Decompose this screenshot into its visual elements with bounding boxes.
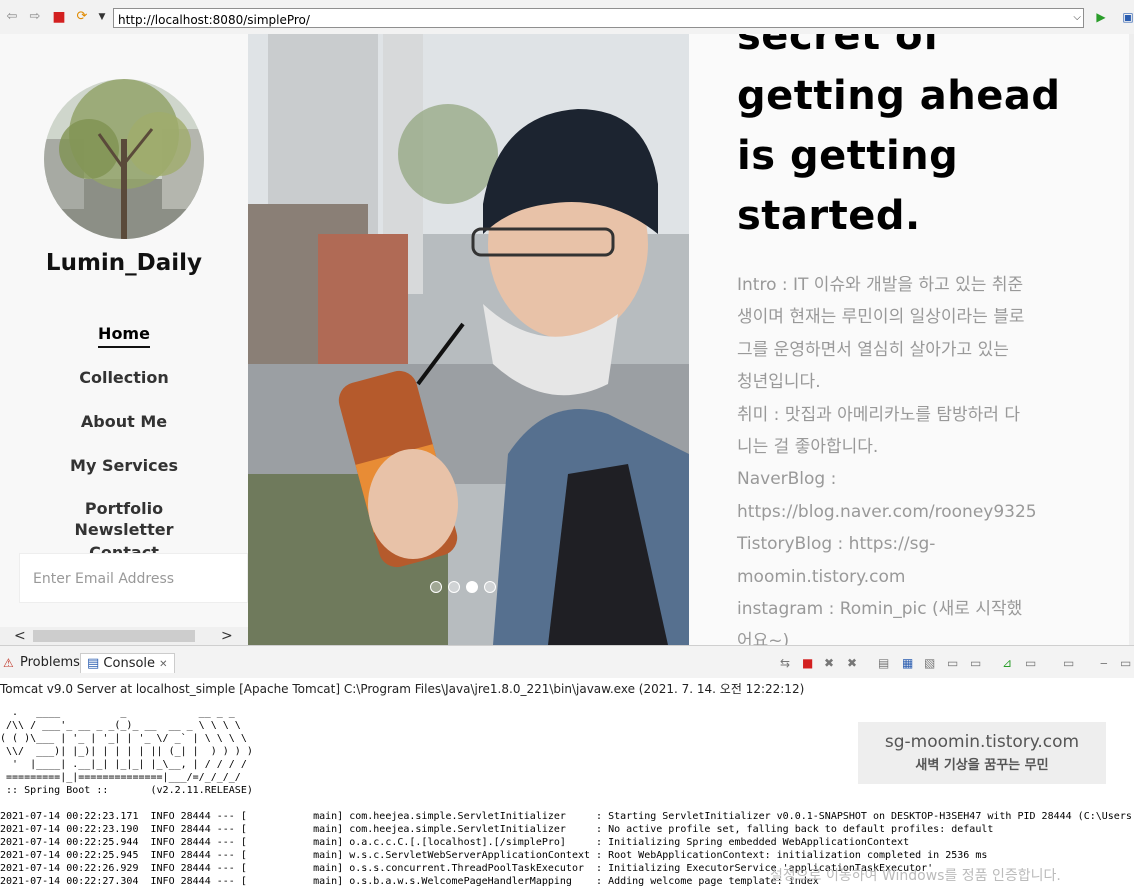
naver-blog-link[interactable]: https://blog.naver.com/rooney9325 — [737, 496, 1072, 528]
spring-boot-banner: . ____ _ __ _ _ /\\ / ___'_ __ _ _(_)_ _… — [0, 707, 253, 796]
brand-name[interactable]: Lumin_Daily — [0, 250, 248, 276]
intro-line: 어요~) — [737, 631, 790, 645]
slider-dot[interactable] — [448, 581, 460, 593]
problems-icon: ⚠ — [3, 656, 14, 670]
slider-dot[interactable] — [484, 581, 496, 593]
console-icon: ▤ — [87, 656, 104, 671]
url-input[interactable] — [114, 11, 1062, 29]
back-icon[interactable]: ⇦ — [4, 9, 20, 25]
nav-newsletter[interactable]: Newsletter — [0, 520, 248, 539]
word-wrap-icon[interactable]: ▧ — [924, 656, 935, 670]
tab-problems[interactable]: Problems — [20, 655, 80, 670]
history-dropdown-icon[interactable]: ▼ — [94, 9, 110, 25]
tab-console[interactable]: ▤ Console ✕ — [80, 653, 175, 673]
log-line: 2021-07-14 00:22:23.190 INFO 28444 --- [… — [0, 824, 994, 835]
intro-line: 생이며 현재는 루민이의 일상이라는 블로 — [737, 307, 1025, 328]
scrollbar-thumb[interactable] — [33, 630, 195, 642]
terminate-icon[interactable]: ■ — [802, 656, 813, 670]
nav-portfolio[interactable]: Portfolio — [0, 499, 248, 518]
go-icon[interactable]: ▶ — [1093, 9, 1109, 25]
log-line: 2021-07-14 00:22:23.171 INFO 28444 --- [… — [0, 811, 1132, 822]
display-console-icon[interactable]: ▭ — [1025, 656, 1036, 670]
vertical-scrollbar[interactable] — [1129, 34, 1134, 645]
stop-icon[interactable]: ■ — [51, 9, 67, 25]
maximize-icon[interactable]: ▭ — [1120, 656, 1131, 670]
intro-line: instagram : Romin_pic (새로 시작했 — [737, 599, 1023, 620]
pin-console-icon[interactable]: ⊿ — [1002, 656, 1012, 670]
url-dropdown-icon[interactable]: ⌵ — [1073, 9, 1081, 27]
scroll-lock-icon[interactable]: ▦ — [902, 656, 913, 670]
browser-toolbar: ⇦ ⇨ ■ ⟳ ▼ ⌵ ▶ ▣ — [0, 0, 1134, 35]
hero-photo-slider[interactable] — [248, 34, 689, 645]
watermark-subtitle: 새벽 기상을 꿈꾸는 무민 — [915, 758, 1049, 773]
intro-line: 그를 운영하면서 열심히 살아가고 있는 — [737, 339, 1009, 360]
windows-activation-watermark: 설정으로 이동하여 Windows를 정품 인증합니다. — [770, 868, 1061, 884]
minimize-icon[interactable]: ‒ — [1100, 656, 1108, 670]
intro-line: 취미 : 맛집과 아메리카노를 탐방하러 다 — [737, 404, 1020, 425]
scroll-left-icon[interactable]: < — [14, 627, 26, 645]
headline-line: secret of — [737, 34, 941, 59]
intro-line[interactable]: TistoryBlog : https://sg- — [737, 528, 1072, 560]
pin-icon[interactable]: ⇆ — [780, 656, 790, 670]
intro-line: 청년입니다. — [737, 372, 821, 393]
url-bar[interactable]: ⌵ — [113, 8, 1084, 29]
refresh-icon[interactable]: ⟳ — [74, 9, 90, 25]
forward-icon[interactable]: ⇨ — [27, 9, 43, 25]
watermark-title: sg-moomin.tistory.com — [884, 732, 1080, 752]
scroll-right-icon[interactable]: > — [221, 627, 233, 645]
log-line: 2021-07-14 00:22:25.945 INFO 28444 --- [… — [0, 850, 988, 861]
headline-line: is getting — [737, 133, 959, 179]
slider-dots — [430, 578, 502, 597]
remove-all-icon[interactable]: ✖ — [847, 656, 857, 670]
log-line: 2021-07-14 00:22:27.304 INFO 28444 --- [… — [0, 876, 819, 887]
slider-dot[interactable] — [430, 581, 442, 593]
clear-console-icon[interactable]: ▤ — [878, 656, 889, 670]
intro-line: Intro : IT 이슈와 개발을 하고 있는 취준 — [737, 275, 1024, 295]
headline: secret of getting ahead is getting start… — [737, 34, 1107, 246]
tistory-blog-link[interactable]: moomin.tistory.com — [737, 561, 1072, 593]
open-console-icon[interactable]: ▭ — [1063, 656, 1074, 670]
show-on-output-icon[interactable]: ▭ — [947, 656, 958, 670]
intro-content: secret of getting ahead is getting start… — [689, 34, 1129, 645]
intro-line: 니는 걸 좋아합니다. — [737, 437, 879, 458]
nav-collection[interactable]: Collection — [0, 368, 248, 387]
intro-text: Intro : IT 이슈와 개발을 하고 있는 취준 생이며 현재는 루민이의… — [737, 269, 1072, 645]
headline-line: getting ahead — [737, 73, 1061, 119]
console-tabbar: ⚠ Problems ▤ Console ✕ ⇆ ■ ✖ ✖ ▤ ▦ ▧ ▭ ▭… — [0, 646, 1134, 678]
close-icon[interactable]: ✕ — [159, 659, 167, 670]
blog-watermark: sg-moomin.tistory.com 새벽 기상을 꿈꾸는 무민 — [858, 722, 1106, 784]
profile-avatar — [44, 79, 204, 239]
tab-console-label: Console — [103, 656, 156, 671]
slider-dot-active[interactable] — [466, 581, 478, 593]
log-line: 2021-07-14 00:22:25.944 INFO 28444 --- [… — [0, 837, 910, 848]
headline-line: started. — [737, 193, 921, 239]
hero-photo — [248, 34, 689, 645]
nav-my-services[interactable]: My Services — [0, 456, 248, 475]
newsletter-email-box — [19, 553, 248, 604]
sidebar: Lumin_Daily Home Collection About Me My … — [0, 34, 248, 645]
intro-line: NaverBlog : — [737, 469, 837, 490]
remove-launch-icon[interactable]: ✖ — [824, 656, 834, 670]
launch-description: Tomcat v9.0 Server at localhost_simple [… — [0, 682, 805, 696]
horizontal-scrollbar[interactable]: < > — [0, 627, 248, 645]
email-input[interactable] — [20, 554, 245, 604]
nav-home[interactable]: Home — [0, 324, 248, 348]
perspective-icon[interactable]: ▣ — [1120, 9, 1134, 25]
show-on-error-icon[interactable]: ▭ — [970, 656, 981, 670]
page-viewport: Lumin_Daily Home Collection About Me My … — [0, 34, 1134, 645]
eclipse-console-panel: ⚠ Problems ▤ Console ✕ ⇆ ■ ✖ ✖ ▤ ▦ ▧ ▭ ▭… — [0, 645, 1134, 895]
nav-about-me[interactable]: About Me — [0, 412, 248, 431]
